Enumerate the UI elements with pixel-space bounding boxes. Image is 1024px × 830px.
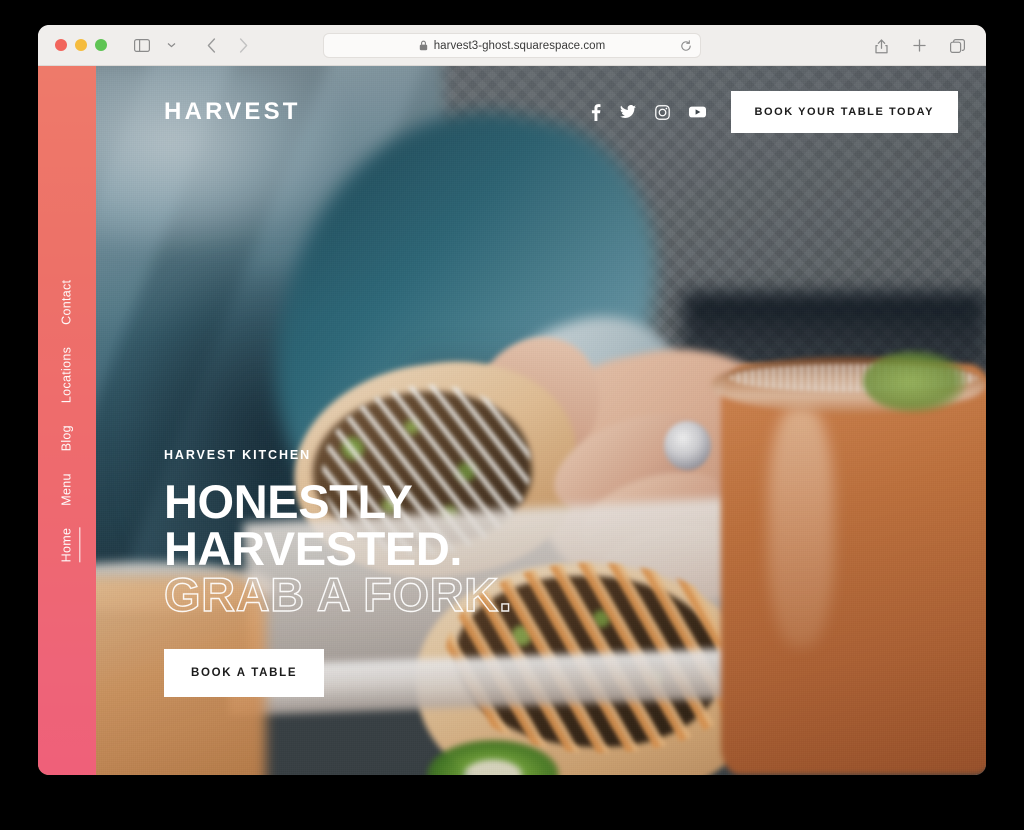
- nav-item-contact[interactable]: Contact: [59, 279, 75, 324]
- lock-icon: [419, 40, 428, 51]
- maximize-window-button[interactable]: [95, 39, 107, 51]
- tabs-icon[interactable]: [944, 34, 970, 58]
- website-viewport: Home Menu Blog Locations Contact HARVEST: [38, 66, 986, 775]
- navigation-arrows: [198, 33, 256, 57]
- chevron-left-icon[interactable]: [198, 33, 224, 57]
- instagram-icon[interactable]: [654, 104, 670, 120]
- sidebar-icon[interactable]: [129, 33, 155, 57]
- address-bar[interactable]: harvest3-ghost.squarespace.com: [323, 33, 701, 58]
- chevron-down-icon[interactable]: [158, 33, 184, 57]
- nav-item-menu[interactable]: Menu: [59, 473, 75, 505]
- site-header: HARVEST BOOK YOUR TABLE TODAY: [96, 66, 986, 158]
- site-navigation: Home Menu Blog Locations Contact: [59, 279, 75, 562]
- close-window-button[interactable]: [55, 39, 67, 51]
- youtube-icon[interactable]: [688, 106, 706, 118]
- header-book-table-button[interactable]: BOOK YOUR TABLE TODAY: [730, 91, 958, 133]
- hero-headline: HONESTLY HARVESTED. GRAB A FORK.: [163, 475, 513, 622]
- browser-toolbar: harvest3-ghost.squarespace.com: [38, 25, 986, 66]
- chevron-right-icon[interactable]: [230, 33, 256, 57]
- hero-book-table-button[interactable]: BOOK A TABLE: [164, 649, 325, 697]
- facebook-icon[interactable]: [591, 103, 601, 121]
- twitter-icon[interactable]: [619, 105, 636, 119]
- share-icon[interactable]: [868, 34, 894, 58]
- hero-headline-line-2: HARVESTED.: [164, 521, 463, 575]
- hero-eyebrow: HARVEST KITCHEN: [164, 448, 312, 463]
- vertical-nav-rail: Home Menu Blog Locations Contact: [38, 66, 96, 775]
- hero-headline-line-3-outline: GRAB A FORK.: [163, 568, 513, 622]
- screenshot-stage: harvest3-ghost.squarespace.com Home Menu…: [0, 0, 1024, 830]
- nav-item-blog[interactable]: Blog: [59, 425, 75, 451]
- toolbar-left-tools: [129, 33, 184, 57]
- browser-window: harvest3-ghost.squarespace.com Home Menu…: [38, 25, 986, 775]
- toolbar-right-tools: [868, 25, 970, 66]
- url-text: harvest3-ghost.squarespace.com: [433, 39, 606, 52]
- header-right-group: BOOK YOUR TABLE TODAY: [591, 91, 958, 133]
- hero-headline-line-1: HONESTLY: [164, 475, 413, 529]
- nav-item-home[interactable]: Home: [59, 527, 75, 562]
- reload-icon[interactable]: [680, 39, 692, 52]
- nav-item-locations[interactable]: Locations: [59, 346, 75, 402]
- minimize-window-button[interactable]: [75, 39, 87, 51]
- plus-icon[interactable]: [906, 34, 932, 58]
- window-traffic-lights: [55, 39, 107, 51]
- hero-content: HARVEST KITCHEN HONESTLY HARVESTED. GRAB…: [163, 448, 513, 697]
- site-logo[interactable]: HARVEST: [164, 98, 301, 126]
- social-links: [591, 103, 706, 121]
